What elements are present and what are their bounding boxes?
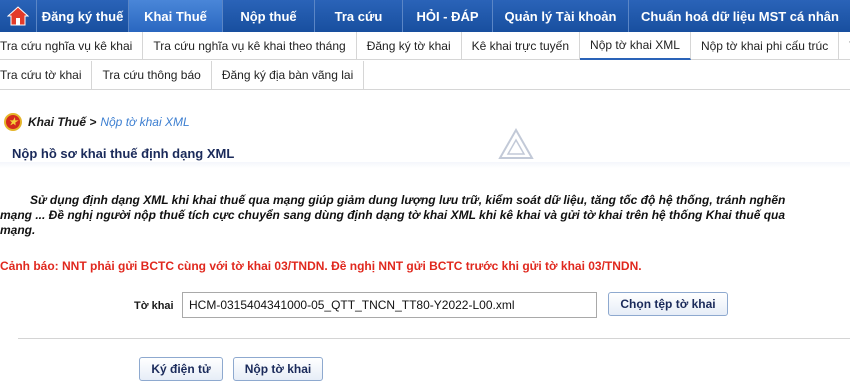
breadcrumb: ★ Khai Thuế > Nộp tờ khai XML bbox=[0, 110, 850, 134]
nav-nop-thue[interactable]: Nộp thuế bbox=[222, 0, 314, 32]
tab-tra-cuu-nghia-vu-theo-thang[interactable]: Tra cứu nghĩa vụ kê khai theo tháng bbox=[143, 31, 357, 60]
tab-tra-cuu-nghia-vu[interactable]: Tra cứu nghĩa vụ kê khai bbox=[0, 31, 144, 60]
tab-nop-to-khai-phi-cau-truc[interactable]: Nộp tờ khai phi cấu trúc bbox=[691, 31, 840, 60]
national-emblem-icon: ★ bbox=[4, 113, 22, 131]
tab-tra-cuu-thong-bao[interactable]: Tra cứu thông báo bbox=[92, 60, 212, 89]
sub-navigation-row-2: Tra cứu tờ khai Tra cứu thông báo Đăng k… bbox=[0, 60, 850, 90]
tab-tra-cuu-to-khai[interactable]: Tra cứu tờ khai bbox=[0, 60, 93, 89]
choose-file-button[interactable]: Chọn tệp tờ khai bbox=[608, 292, 728, 316]
divider bbox=[18, 338, 850, 339]
nav-quan-ly-tai-khoan[interactable]: Quản lý Tài khoản bbox=[492, 0, 628, 32]
home-icon bbox=[7, 6, 29, 26]
breadcrumb-root[interactable]: Khai Thuế > bbox=[28, 115, 96, 129]
nav-dang-ky-thue[interactable]: Đăng ký thuế bbox=[36, 0, 128, 32]
intro-text: Sử dụng định dạng XML khi khai thuế qua … bbox=[0, 193, 850, 238]
tab-dang-ky-dia-ban-vang-lai[interactable]: Đăng ký địa bàn vãng lai bbox=[212, 60, 365, 89]
intro-line-3: mạng. bbox=[0, 223, 36, 237]
warning-message: Cảnh báo: NNT phải gửi BCTC cùng với tờ … bbox=[0, 259, 642, 273]
tab-ke-khai-truc-tuyen[interactable]: Kê khai trực tuyến bbox=[462, 31, 581, 60]
intro-line-2: mạng ... Đề nghị người nộp thuế tích cực… bbox=[0, 208, 786, 222]
nav-khai-thue[interactable]: Khai Thuế bbox=[128, 0, 222, 32]
file-path-input[interactable] bbox=[182, 292, 597, 318]
nav-chuan-hoa-du-lieu[interactable]: Chuẩn hoá dữ liệu MST cá nhân bbox=[628, 0, 850, 32]
sign-button[interactable]: Ký điện tử bbox=[139, 357, 223, 381]
watermark-logo bbox=[498, 127, 534, 159]
breadcrumb-current: Nộp tờ khai XML bbox=[100, 115, 190, 129]
tab-dang-ky-to-khai[interactable]: Đăng ký tờ khai bbox=[357, 31, 462, 60]
tab-trinh[interactable]: Trình bbox=[839, 32, 850, 60]
nav-hoi-dap[interactable]: HỎI - ĐÁP bbox=[402, 0, 492, 32]
title-band bbox=[0, 162, 850, 168]
page-title: Nộp hồ sơ khai thuế định dạng XML bbox=[12, 146, 235, 161]
sub-navigation-row-1: Tra cứu nghĩa vụ kê khai Tra cứu nghĩa v… bbox=[0, 31, 850, 60]
home-button[interactable] bbox=[0, 0, 36, 32]
intro-line-1: Sử dụng định dạng XML khi khai thuế qua … bbox=[30, 193, 786, 207]
top-navigation-bar: Đăng ký thuế Khai Thuế Nộp thuế Tra cứu … bbox=[0, 0, 850, 32]
tab-nop-to-khai-xml[interactable]: Nộp tờ khai XML bbox=[580, 31, 691, 60]
submit-button[interactable]: Nộp tờ khai bbox=[233, 357, 323, 381]
nav-tra-cuu[interactable]: Tra cứu bbox=[314, 0, 402, 32]
file-label: Tờ khai bbox=[134, 300, 174, 312]
